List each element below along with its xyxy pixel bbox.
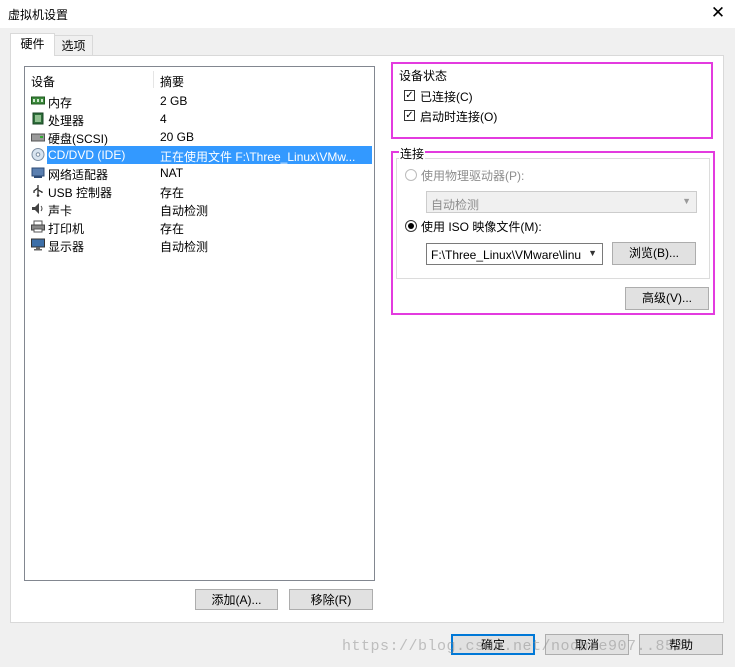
device-summary: NAT	[160, 166, 184, 180]
connect-at-power-on-label[interactable]: 启动时连接(O)	[420, 108, 497, 125]
device-row-processor[interactable]: 处理器 4	[26, 110, 372, 128]
harddisk-icon	[31, 133, 45, 142]
device-name: 处理器	[48, 114, 85, 128]
device-name: 声卡	[48, 204, 73, 218]
device-summary: 自动检测	[160, 204, 209, 218]
device-name: 显示器	[48, 240, 85, 254]
device-name: 打印机	[48, 222, 85, 236]
device-summary: 自动检测	[160, 240, 209, 254]
watermark: https://blog.csdn.net/noobie907..852	[342, 638, 685, 655]
chevron-down-icon: ▼	[588, 248, 597, 258]
device-summary: 正在使用文件 F:\Three_Linux\VMw...	[160, 150, 356, 164]
processor-icon	[32, 112, 44, 125]
device-row-cd-dvd[interactable]: CD/DVD (IDE) 正在使用文件 F:\Three_Linux\VMw..…	[26, 146, 372, 164]
display-icon	[31, 238, 45, 251]
device-summary: 2 GB	[160, 94, 188, 108]
memory-icon	[31, 96, 45, 105]
device-row-printer[interactable]: 打印机 存在	[26, 218, 372, 236]
device-name: USB 控制器	[48, 186, 113, 200]
device-row-sound-card[interactable]: 声卡 自动检测	[26, 200, 372, 218]
cd-dvd-icon	[31, 148, 45, 161]
device-row-memory[interactable]: 内存 2 GB	[26, 92, 372, 110]
connected-label[interactable]: 已连接(C)	[420, 88, 473, 105]
physical-drive-select[interactable]: 自动检测 ▼	[426, 191, 697, 213]
column-divider	[153, 71, 154, 88]
device-row-display[interactable]: 显示器 自动检测	[26, 236, 372, 254]
usb-icon	[33, 185, 43, 197]
chevron-down-icon: ▼	[682, 196, 691, 206]
connection-title: 连接	[399, 145, 426, 162]
device-name: 内存	[48, 96, 73, 110]
tab-hardware[interactable]: 硬件	[10, 33, 55, 56]
physical-drive-select-value: 自动检测	[431, 198, 480, 212]
connect-at-power-on-checkbox[interactable]: ✓	[404, 110, 415, 121]
device-summary: 20 GB	[160, 130, 195, 144]
advanced-button[interactable]: 高级(V)...	[625, 287, 709, 310]
iso-path-value: F:\Three_Linux\VMware\linu	[431, 248, 581, 262]
column-header-summary[interactable]: 摘要	[160, 73, 184, 90]
add-device-button[interactable]: 添加(A)...	[195, 589, 278, 610]
network-adapter-icon	[31, 167, 45, 178]
device-summary: 4	[160, 112, 167, 126]
physical-drive-radio[interactable]	[405, 169, 417, 181]
device-row-usb[interactable]: USB 控制器 存在	[26, 182, 372, 200]
remove-device-button[interactable]: 移除(R)	[289, 589, 373, 610]
connected-checkbox[interactable]: ✓	[404, 90, 415, 101]
iso-image-label[interactable]: 使用 ISO 映像文件(M):	[421, 218, 542, 235]
browse-button[interactable]: 浏览(B)...	[612, 242, 696, 265]
close-icon[interactable]: ✕	[708, 3, 728, 23]
device-name: 硬盘(SCSI)	[48, 132, 109, 146]
device-status-title: 设备状态	[399, 69, 448, 83]
tab-options[interactable]: 选项	[54, 35, 93, 56]
sound-card-icon	[32, 203, 43, 214]
device-summary: 存在	[160, 186, 185, 200]
printer-icon	[31, 220, 45, 233]
title-bar	[0, 0, 735, 28]
device-row-harddisk[interactable]: 硬盘(SCSI) 20 GB	[26, 128, 372, 146]
column-header-device[interactable]: 设备	[31, 73, 55, 90]
device-name: CD/DVD (IDE)	[48, 148, 126, 162]
physical-drive-label[interactable]: 使用物理驱动器(P):	[421, 167, 524, 184]
window-title: 虚拟机设置	[8, 8, 69, 22]
iso-image-radio[interactable]	[405, 220, 417, 232]
device-row-network-adapter[interactable]: 网络适配器 NAT	[26, 164, 372, 182]
device-summary: 存在	[160, 222, 185, 236]
device-name: 网络适配器	[48, 168, 109, 182]
iso-path-combo[interactable]: F:\Three_Linux\VMware\linu ▼	[426, 243, 603, 265]
